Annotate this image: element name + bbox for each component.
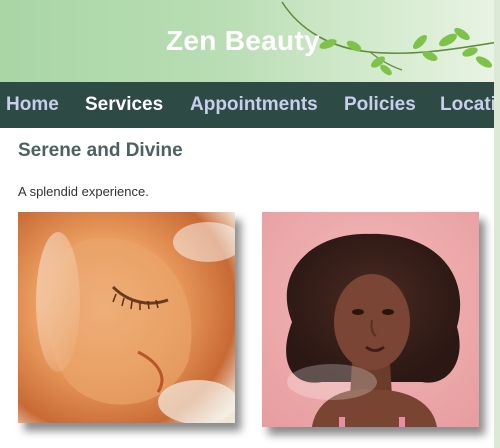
woman-portrait-photo bbox=[262, 212, 479, 427]
nav-policies[interactable]: Policies bbox=[344, 94, 416, 116]
site-title: Zen Beauty bbox=[166, 25, 320, 56]
page-heading: Serene and Divine bbox=[18, 140, 183, 161]
main-nav: Home Services Appointments Policies Loca… bbox=[0, 82, 494, 128]
page-edge bbox=[494, 0, 500, 448]
header-banner: Zen Beauty bbox=[0, 0, 494, 82]
nav-services[interactable]: Services bbox=[85, 94, 163, 116]
page-subtext: A splendid experience. bbox=[18, 184, 149, 199]
nav-home[interactable]: Home bbox=[6, 94, 59, 116]
nav-locations[interactable]: Locati bbox=[440, 94, 494, 116]
main-content: Serene and Divine A splendid experience. bbox=[18, 140, 488, 199]
face-mask-photo bbox=[18, 212, 235, 423]
nav-appointments[interactable]: Appointments bbox=[190, 94, 318, 116]
